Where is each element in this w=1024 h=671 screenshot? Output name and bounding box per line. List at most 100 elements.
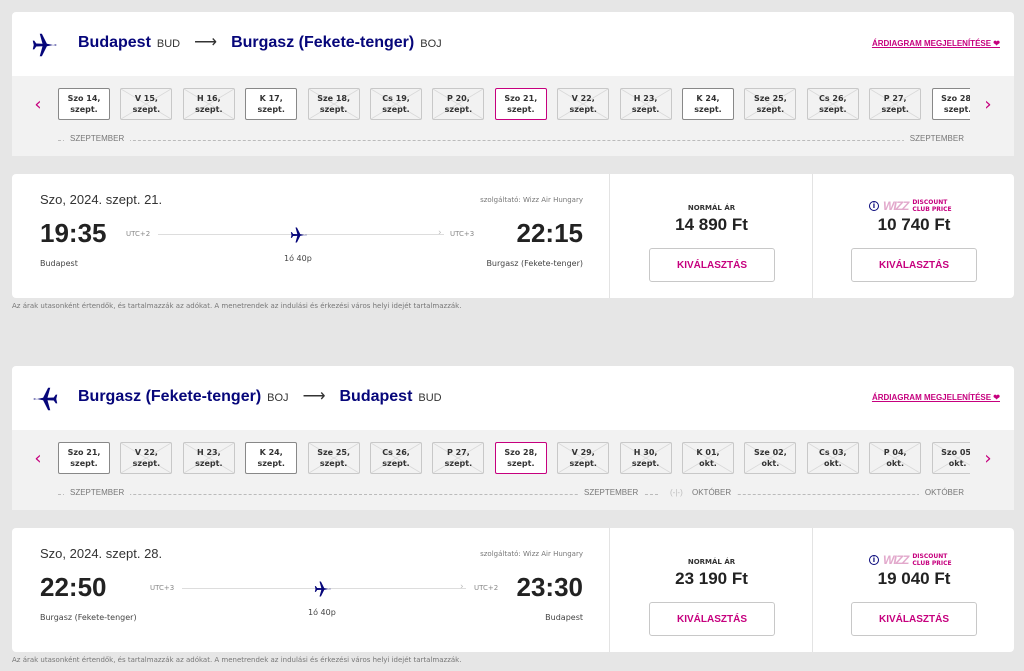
date-option[interactable]: P 20, szept. <box>432 88 485 120</box>
price-note: Az árak utasonként értendők, és tartalma… <box>12 656 462 664</box>
date-option[interactable]: Sze 25, szept. <box>307 442 360 474</box>
arrival-utc: UTC+3 <box>450 230 475 238</box>
date-day: H 23, <box>196 448 221 457</box>
date-option[interactable]: H 16, szept. <box>182 88 235 120</box>
regular-price-column: NORMÁL ÁR 14 890 Ft KIVÁLASZTÁS <box>611 174 813 298</box>
date-month: szept. <box>569 459 597 468</box>
price-chart-link[interactable]: ÁRDIAGRAM MEGJELENÍTÉSE ❤ <box>872 39 1000 48</box>
date-option[interactable]: Szo 21, szept. <box>58 442 110 474</box>
date-option[interactable]: K 01, okt. <box>682 442 734 474</box>
departure-time: 22:50 <box>40 572 107 602</box>
date-option[interactable]: Cs 03, okt. <box>806 442 859 474</box>
date-option[interactable]: V 29, szept. <box>557 442 610 474</box>
date-day: H 16, <box>196 94 221 103</box>
date-option[interactable]: Szo 05, okt. <box>931 442 970 474</box>
date-month: szept. <box>195 459 223 468</box>
date-option[interactable]: H 30, szept. <box>619 442 672 474</box>
chevron-right-icon[interactable]: › <box>978 448 998 469</box>
inbound-flight-card[interactable]: Szo, 2024. szept. 28. szolgáltató: Wizz … <box>12 528 1014 652</box>
date-month: szept. <box>819 105 847 114</box>
date-option[interactable]: H 23, szept. <box>182 442 235 474</box>
date-month: szept. <box>382 105 410 114</box>
info-icon[interactable]: i <box>869 201 879 211</box>
wizz-logo: WIZZ <box>883 553 909 567</box>
date-month: szept. <box>631 105 660 114</box>
date-option[interactable]: P 27, szept. <box>432 442 485 474</box>
chevron-right-icon[interactable]: › <box>978 94 998 115</box>
date-month: szept. <box>132 459 161 468</box>
month-label: OKTÓBER <box>918 488 970 497</box>
origin-code: BOJ <box>267 392 289 404</box>
departure-place: Budapest <box>40 259 78 268</box>
chevron-left-icon[interactable]: ‹ <box>28 448 48 469</box>
date-day: P 27, <box>446 448 470 457</box>
flight-duration: 1ó 40p <box>308 608 336 617</box>
date-day: Szo 21, <box>504 94 538 103</box>
arrival-place: Budapest <box>545 613 583 622</box>
inbound-route-header: Burgasz (Fekete-tenger) BOJ ⟶ Budapest B… <box>12 366 1014 430</box>
date-month: szept. <box>382 459 410 468</box>
date-month: okt. <box>823 459 842 468</box>
date-day: Szo 28, <box>504 448 538 457</box>
chevron-left-icon[interactable]: ‹ <box>28 94 48 115</box>
date-day: Sze 02, <box>753 448 787 457</box>
select-club-button[interactable]: KIVÁLASZTÁS <box>851 602 977 636</box>
date-option[interactable]: H 23, szept. <box>619 88 672 120</box>
date-month: okt. <box>886 459 905 468</box>
date-day: P 20, <box>446 94 470 103</box>
date-option[interactable]: P 27, szept. <box>869 88 922 120</box>
date-day: Szo 21, <box>67 448 101 457</box>
date-month: szept. <box>319 459 348 468</box>
date-option[interactable]: K 24, szept. <box>682 88 734 120</box>
date-month: szept. <box>943 105 970 114</box>
date-option[interactable]: Sze 02, okt. <box>744 442 797 474</box>
date-option[interactable]: Szo 14, szept. <box>58 88 110 120</box>
date-option[interactable]: Cs 19, szept. <box>370 88 422 120</box>
flight-duration: 1ó 40p <box>284 254 312 263</box>
route-title: Budapest BUD ⟶ Burgasz (Fekete-tenger) B… <box>78 32 450 52</box>
select-regular-button[interactable]: KIVÁLASZTÁS <box>649 248 775 282</box>
date-option[interactable]: V 15, szept. <box>120 88 173 120</box>
date-day: Szo 28, <box>941 94 970 103</box>
date-day: Sze 25, <box>317 448 350 457</box>
date-month: szept. <box>444 105 473 114</box>
destination-code: BOJ <box>420 38 442 50</box>
outbound-section: Budapest BUD ⟶ Burgasz (Fekete-tenger) B… <box>12 12 1014 156</box>
date-option[interactable]: Sze 25, szept. <box>744 88 797 120</box>
select-regular-button[interactable]: KIVÁLASZTÁS <box>649 602 775 636</box>
outbound-flight-card[interactable]: Szo, 2024. szept. 21. szolgáltató: Wizz … <box>12 174 1014 298</box>
date-month: szept. <box>70 105 98 114</box>
regular-price-label: NORMÁL ÁR <box>687 558 736 566</box>
date-option[interactable]: V 22, szept. <box>120 442 173 474</box>
inbound-date-strip: ‹ Szo 21, szept. V 22, szept. H 23, szept. K 2… <box>12 430 1014 510</box>
club-text: DISCOUNT CLUB PRICE <box>912 199 952 213</box>
date-option[interactable]: Szo 28, szept. <box>494 442 547 474</box>
date-option[interactable]: K 17, szept. <box>245 88 298 120</box>
date-option[interactable]: P 04, okt. <box>869 442 922 474</box>
airplane-icon <box>290 227 307 243</box>
date-option[interactable]: Szo 21, szept. <box>494 88 547 120</box>
date-option[interactable]: V 22, szept. <box>557 88 610 120</box>
select-club-button[interactable]: KIVÁLASZTÁS <box>851 248 977 282</box>
date-option[interactable]: Sze 18, szept. <box>307 88 360 120</box>
month-label: SZEPTEMBER <box>903 134 970 143</box>
date-option[interactable]: Szo 28, szept. <box>931 88 970 120</box>
arrival-utc: UTC+2 <box>474 584 499 592</box>
flight-info: Szo, 2024. szept. 21. szolgáltató: Wizz … <box>12 174 610 298</box>
date-option[interactable]: Cs 26, szept. <box>370 442 422 474</box>
date-option[interactable]: K 24, szept. <box>245 442 298 474</box>
month-indicator: SZEPTEMBER SZEPTEMBER (-|-) OKTÓBER OKTÓ… <box>58 488 970 500</box>
price-chart-link[interactable]: ÁRDIAGRAM MEGJELENÍTÉSE ❤ <box>872 393 1000 402</box>
inbound-date-list: Szo 21, szept. V 22, szept. H 23, szept. K 24,… <box>58 442 970 476</box>
info-icon[interactable]: i <box>869 555 879 565</box>
operator: szolgáltató: Wizz Air Hungary <box>480 196 583 204</box>
club-price: 10 740 Ft <box>877 215 951 234</box>
outbound-date-strip: ‹ Szo 14, szept. V 15, szept. H 16, szept. K 1… <box>12 76 1014 156</box>
origin-code: BUD <box>156 38 181 50</box>
date-day: Szo 05, <box>941 448 970 457</box>
arrow-right-icon: › <box>438 228 442 238</box>
date-day: V 29, <box>571 448 595 457</box>
destination-city: Burgasz (Fekete-tenger) <box>231 34 415 51</box>
date-option[interactable]: Cs 26, szept. <box>806 88 859 120</box>
regular-price-column: NORMÁL ÁR 23 190 Ft KIVÁLASZTÁS <box>611 528 813 652</box>
